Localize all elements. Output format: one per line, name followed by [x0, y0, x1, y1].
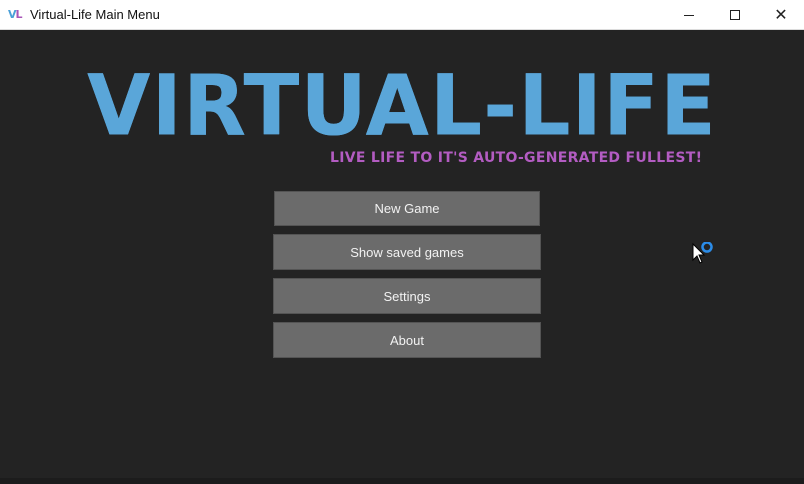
about-button[interactable]: About	[273, 322, 541, 358]
logo: VIRTUAL-LIFE	[0, 58, 804, 155]
new-game-button[interactable]: New Game	[274, 191, 540, 226]
close-icon: ✕	[774, 5, 788, 24]
minimize-button[interactable]	[666, 0, 712, 30]
logo-tagline: LIVE LIFE TO IT'S AUTO-GENERATED FULLEST…	[330, 150, 703, 166]
logo-title: VIRTUAL-LIFE	[87, 58, 717, 155]
title-bar[interactable]: VL Virtual-Life Main Menu ✕	[0, 0, 804, 30]
close-button[interactable]: ✕	[758, 0, 804, 30]
window-title: Virtual-Life Main Menu	[30, 7, 160, 22]
main-menu-window: VL Virtual-Life Main Menu ✕ VIRTUAL-LIFE…	[0, 0, 804, 484]
maximize-button[interactable]	[712, 0, 758, 30]
app-icon: VL	[8, 8, 23, 21]
settings-button[interactable]: Settings	[273, 278, 541, 314]
maximize-icon	[730, 10, 740, 20]
minimize-icon	[684, 14, 694, 16]
show-saved-games-button[interactable]: Show saved games	[273, 234, 541, 270]
busy-cursor-icon	[692, 242, 713, 264]
bottom-edge	[0, 478, 804, 484]
